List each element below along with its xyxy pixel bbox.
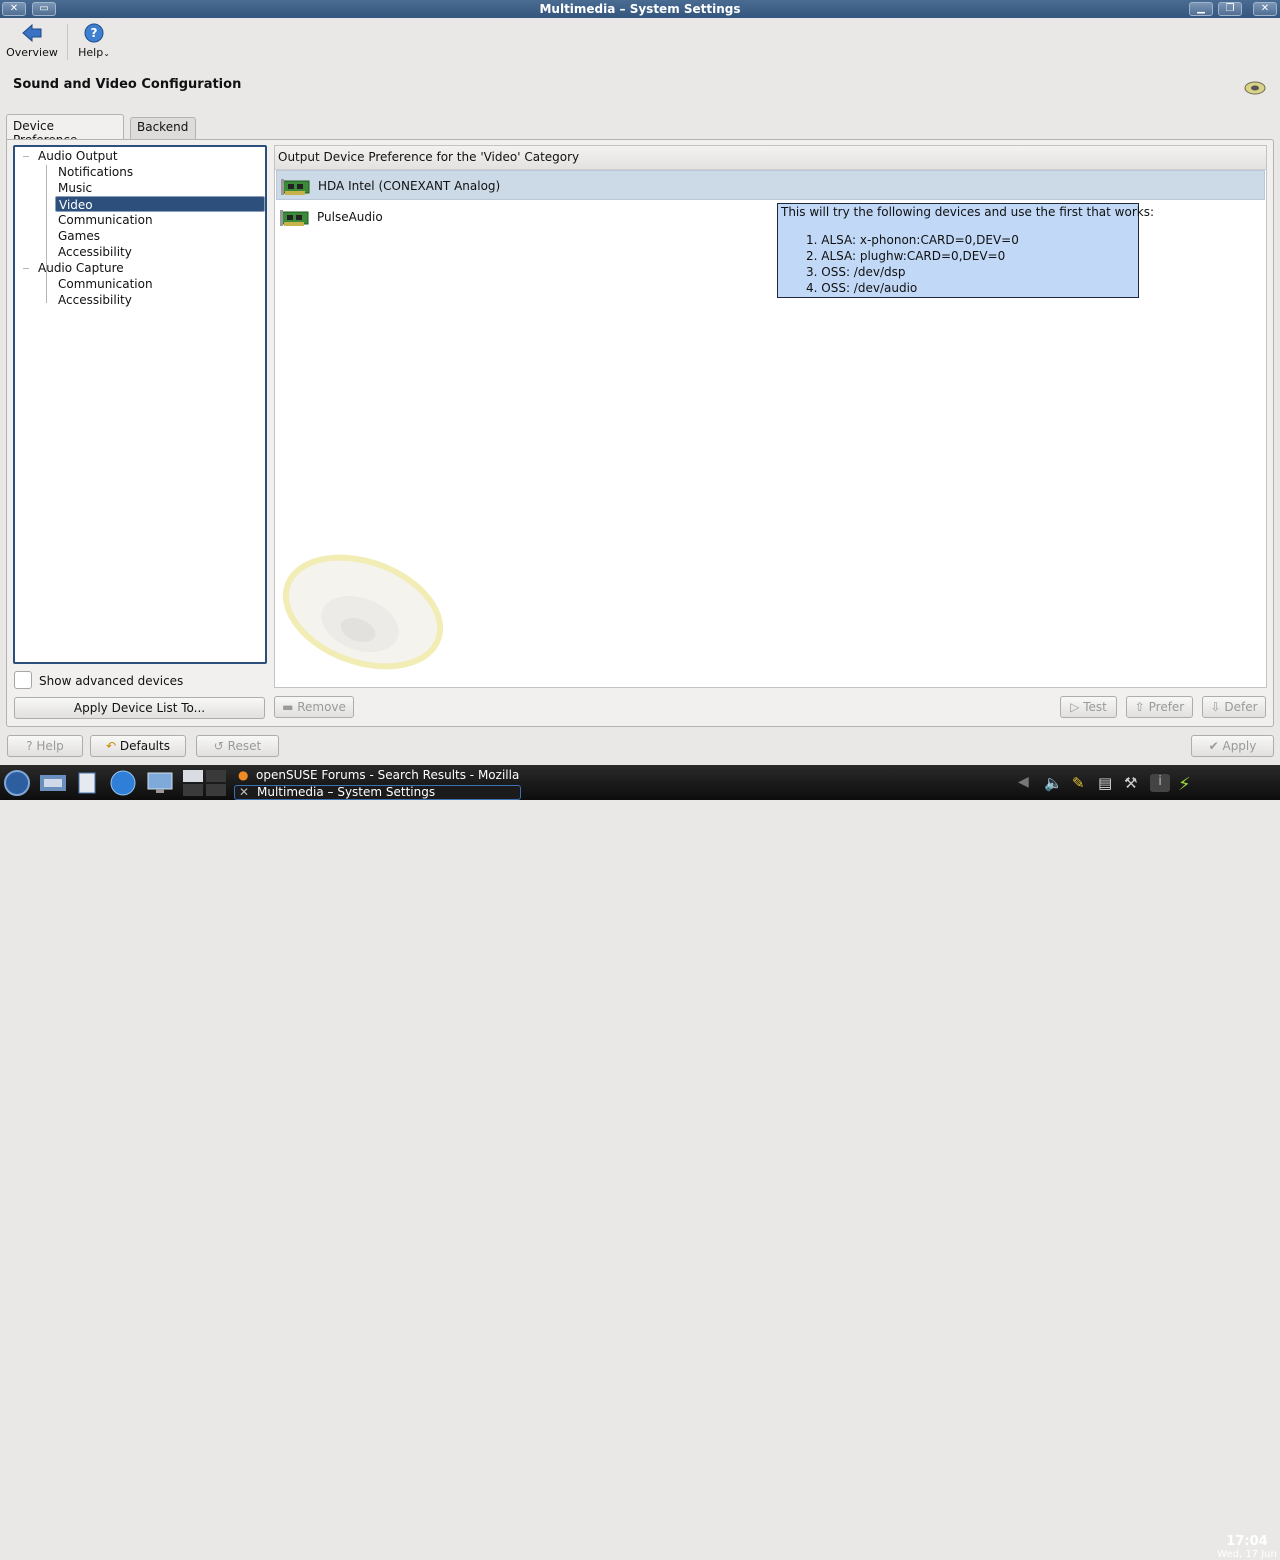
reset-button[interactable]: ↺ Reset	[196, 735, 279, 757]
category-tree[interactable]: Audio Output Notifications Music Video C…	[13, 145, 267, 664]
device-label: HDA Intel (CONEXANT Analog)	[318, 179, 501, 193]
file-manager-icon[interactable]	[38, 771, 68, 795]
tree-item-accessibility[interactable]: Accessibility	[58, 244, 132, 260]
help-icon: ?	[26, 739, 37, 753]
tree-expander	[23, 268, 29, 269]
task-label: openSUSE Forums - Search Results - Mozil…	[256, 769, 521, 782]
defaults-label: Defaults	[119, 739, 170, 753]
svg-text:?: ?	[91, 26, 98, 40]
overview-label: Overview	[6, 46, 58, 59]
back-arrow-icon	[22, 23, 42, 43]
tab-device-preference[interactable]: Device Preference	[6, 114, 124, 147]
defaults-button[interactable]: ↶ Defaults	[90, 735, 186, 757]
remove-button[interactable]: ▬ Remove	[274, 696, 354, 718]
maximize-icon[interactable]: ❐	[1218, 2, 1242, 16]
tooltip-item: 2. ALSA: plughw:CARD=0,DEV=0	[806, 249, 1006, 263]
tree-branch-line	[46, 165, 47, 303]
defer-label: Defer	[1224, 700, 1258, 714]
tree-item-communication[interactable]: Communication	[58, 212, 153, 228]
browser-icon[interactable]	[108, 769, 138, 797]
help-button[interactable]: ? Help	[7, 735, 83, 757]
minus-icon: ▬	[282, 700, 298, 714]
tree-item-audio-capture[interactable]: Audio Capture	[38, 260, 124, 276]
task-system-settings[interactable]: ✕ Multimedia – System Settings	[234, 785, 521, 800]
reset-icon: ↺	[213, 739, 228, 753]
battery-icon[interactable]: ⚡	[1178, 774, 1198, 795]
application-launcher-icon[interactable]	[3, 769, 31, 797]
tab-label: Backend	[137, 120, 189, 134]
tree-item-notifications[interactable]: Notifications	[58, 164, 133, 180]
checkmark-icon: ✔	[1208, 739, 1223, 753]
clipboard-icon[interactable]: ▤	[1098, 774, 1118, 792]
clock-time: 17:04	[1226, 1534, 1268, 1549]
tooltip-item: 1. ALSA: x-phonon:CARD=0,DEV=0	[806, 233, 1019, 247]
sound-card-icon	[280, 210, 309, 226]
apply-label: Apply	[1222, 739, 1257, 753]
tab-backend[interactable]: Backend	[130, 117, 196, 139]
toolbar-separator	[67, 24, 68, 60]
device-label: PulseAudio	[317, 210, 383, 224]
firefox-icon: ●	[238, 769, 249, 782]
desktop-pager-icon[interactable]	[182, 769, 228, 797]
test-label: Test	[1083, 700, 1107, 714]
notes-icon[interactable]: ✎	[1072, 774, 1092, 792]
network-icon[interactable]: ⚒	[1124, 774, 1144, 792]
help-menu-button[interactable]: ? Help⌄	[76, 22, 112, 64]
apply-button[interactable]: ✔ Apply	[1191, 735, 1274, 757]
help-label: Help	[36, 739, 64, 753]
clock-date: Wed, 17 Jun	[1217, 1549, 1277, 1560]
system-settings-icon[interactable]	[146, 771, 174, 795]
device-list-header: Output Device Preference for the 'Video'…	[275, 146, 1266, 170]
tooltip-intro: This will try the following devices and …	[781, 205, 1155, 219]
test-button[interactable]: ▷ Test	[1060, 696, 1117, 718]
help-icon: ?	[84, 23, 104, 43]
speaker-icon	[1244, 81, 1266, 95]
info-icon[interactable]: i	[1150, 774, 1170, 792]
defer-button[interactable]: ⇩ Defer	[1202, 696, 1266, 718]
window-title: Multimedia – System Settings	[539, 2, 741, 16]
tree-item-capture-communication[interactable]: Communication	[58, 276, 153, 292]
speaker-watermark-icon	[282, 554, 444, 670]
apply-device-list-button[interactable]: Apply Device List To...	[14, 697, 265, 719]
prefer-button[interactable]: ⇧ Prefer	[1126, 696, 1193, 718]
tree-item-video[interactable]: Video	[55, 196, 265, 212]
clock[interactable]: 17:04 Wed, 17 Jun	[1216, 1534, 1278, 1560]
files-icon[interactable]	[76, 771, 98, 795]
tree-expander	[23, 156, 29, 157]
toolbar: Overview ? Help⌄	[0, 18, 1280, 66]
dialog-button-bar: ? Help ↶ Defaults ↺ Reset ✔ Apply	[0, 733, 1280, 759]
taskbar: ● openSUSE Forums - Search Results - Moz…	[0, 765, 1280, 1560]
minimize-icon[interactable]: ▁	[1189, 2, 1213, 16]
close-icon[interactable]: ✕	[1253, 2, 1277, 16]
tray-arrow-icon[interactable]: ◀	[1018, 774, 1038, 792]
window-titlebar[interactable]: ✕ ▭ Multimedia – System Settings ▁ ❐ ✕	[0, 0, 1280, 18]
settings-icon: ✕	[239, 785, 250, 799]
device-row-hda-intel[interactable]: HDA Intel (CONEXANT Analog)	[276, 170, 1265, 200]
overview-button[interactable]: Overview	[4, 22, 60, 64]
prefer-label: Prefer	[1148, 700, 1185, 714]
page-title: Sound and Video Configuration	[13, 77, 242, 92]
tree-item-audio-output[interactable]: Audio Output	[38, 148, 118, 164]
help-label: Help	[78, 46, 104, 59]
tree-item-music[interactable]: Music	[58, 180, 92, 196]
tree-item-capture-accessibility[interactable]: Accessibility	[58, 292, 132, 308]
device-tooltip: This will try the following devices and …	[777, 203, 1154, 298]
sound-card-icon	[281, 179, 310, 195]
show-advanced-label[interactable]: Show advanced devices	[39, 674, 183, 688]
play-icon: ▷	[1070, 700, 1084, 714]
task-firefox[interactable]: ● openSUSE Forums - Search Results - Moz…	[234, 769, 521, 784]
task-label: Multimedia – System Settings	[257, 785, 436, 799]
show-advanced-checkbox[interactable]	[14, 671, 32, 689]
chevron-down-icon: ⌄	[103, 49, 110, 58]
arrow-up-icon: ⇧	[1134, 700, 1149, 714]
tree-item-games[interactable]: Games	[58, 228, 100, 244]
undo-icon: ↶	[106, 739, 120, 753]
reset-label: Reset	[227, 739, 262, 753]
remove-label: Remove	[297, 700, 346, 714]
tooltip-item: 4. OSS: /dev/audio	[806, 281, 918, 295]
tooltip-item: 3. OSS: /dev/dsp	[806, 265, 906, 279]
volume-icon[interactable]: 🔈	[1044, 774, 1064, 792]
arrow-down-icon: ⇩	[1210, 700, 1225, 714]
